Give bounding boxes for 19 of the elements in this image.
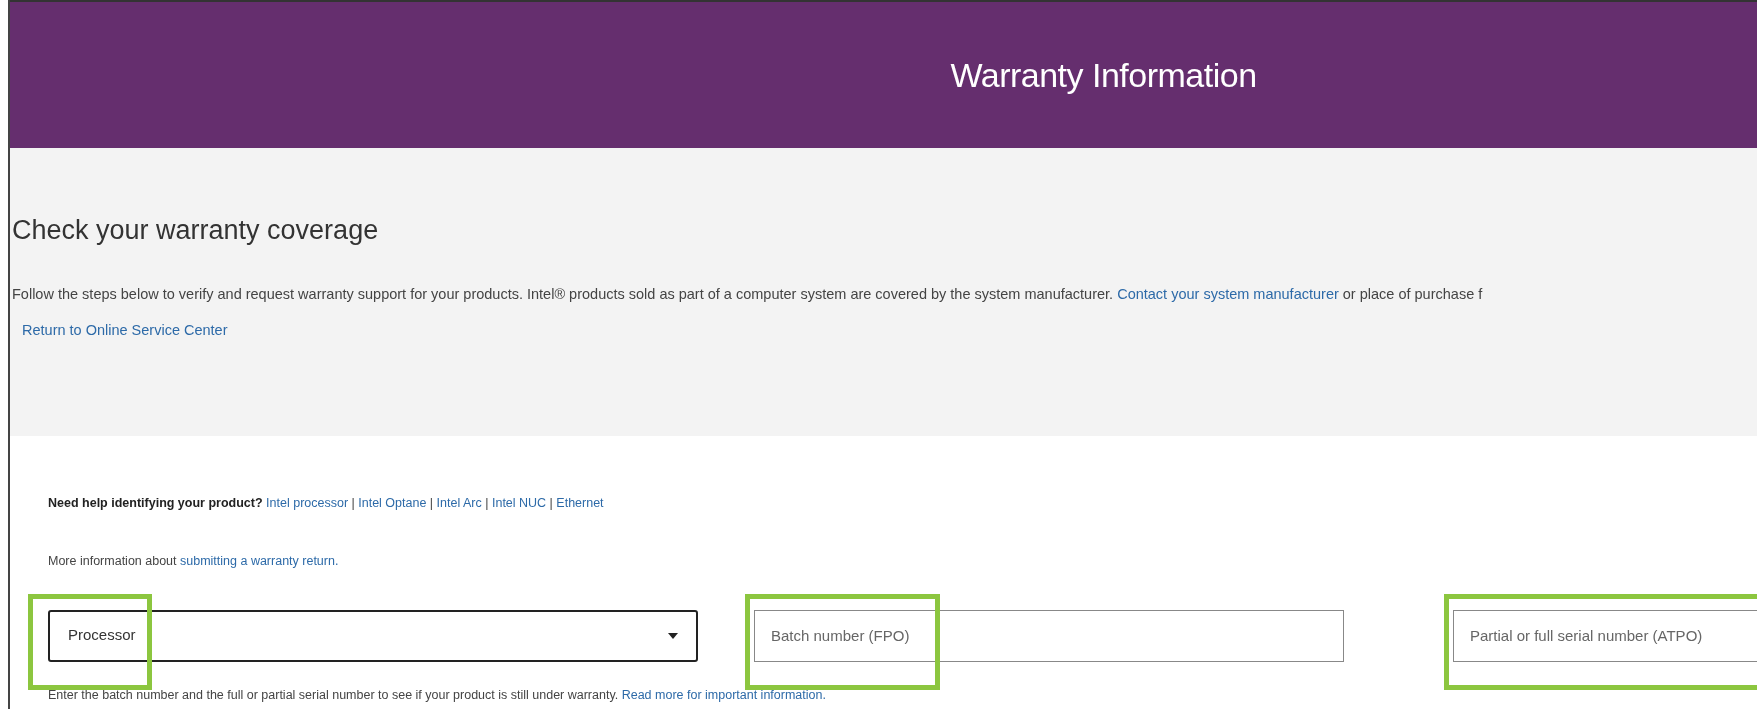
manufacturer-link[interactable]: Contact your system manufacturer [1117,286,1339,303]
help-text: Need help identifying your product? Intel processor | Intel Optane | Intel Arc | Intel NUC | Ethernet [48,495,605,512]
page-title: Warranty Information [950,54,1257,96]
read-more-link[interactable]: Read more for important information. [621,687,826,702]
intro-paragraph: Follow the steps below to verify and request warranty support for your products. Intel® products sold as part of a computer system are covered by the system manufacturer. Contact your system manufacturer or place of purchase f [12,285,1484,305]
section-heading: Check your warranty coverage [12,214,380,247]
product-link[interactable]: Intel NUC [491,496,547,510]
note-text: Enter the batch number and the full or partial serial number to see if your product is still under warranty. Read more for important information. [48,686,827,704]
more-info-text: More information about submitting a warranty return. [48,552,340,570]
warranty-return-link[interactable]: submitting a warranty return. [180,553,339,568]
product-select[interactable]: Processor [48,609,698,662]
product-link[interactable]: Ethernet [556,496,604,510]
batch-number-field[interactable]: Batch number (FPO) [754,609,1344,662]
product-link[interactable]: Intel processor [266,496,349,510]
product-link[interactable]: Intel Arc [436,496,482,510]
product-link[interactable]: Intel Optane [358,496,427,510]
caret-icon [668,632,678,639]
serial-number-field[interactable]: Partial or full serial number (ATPO) [1453,609,1757,662]
return-link[interactable]: Return to Online Service Center [22,322,228,339]
